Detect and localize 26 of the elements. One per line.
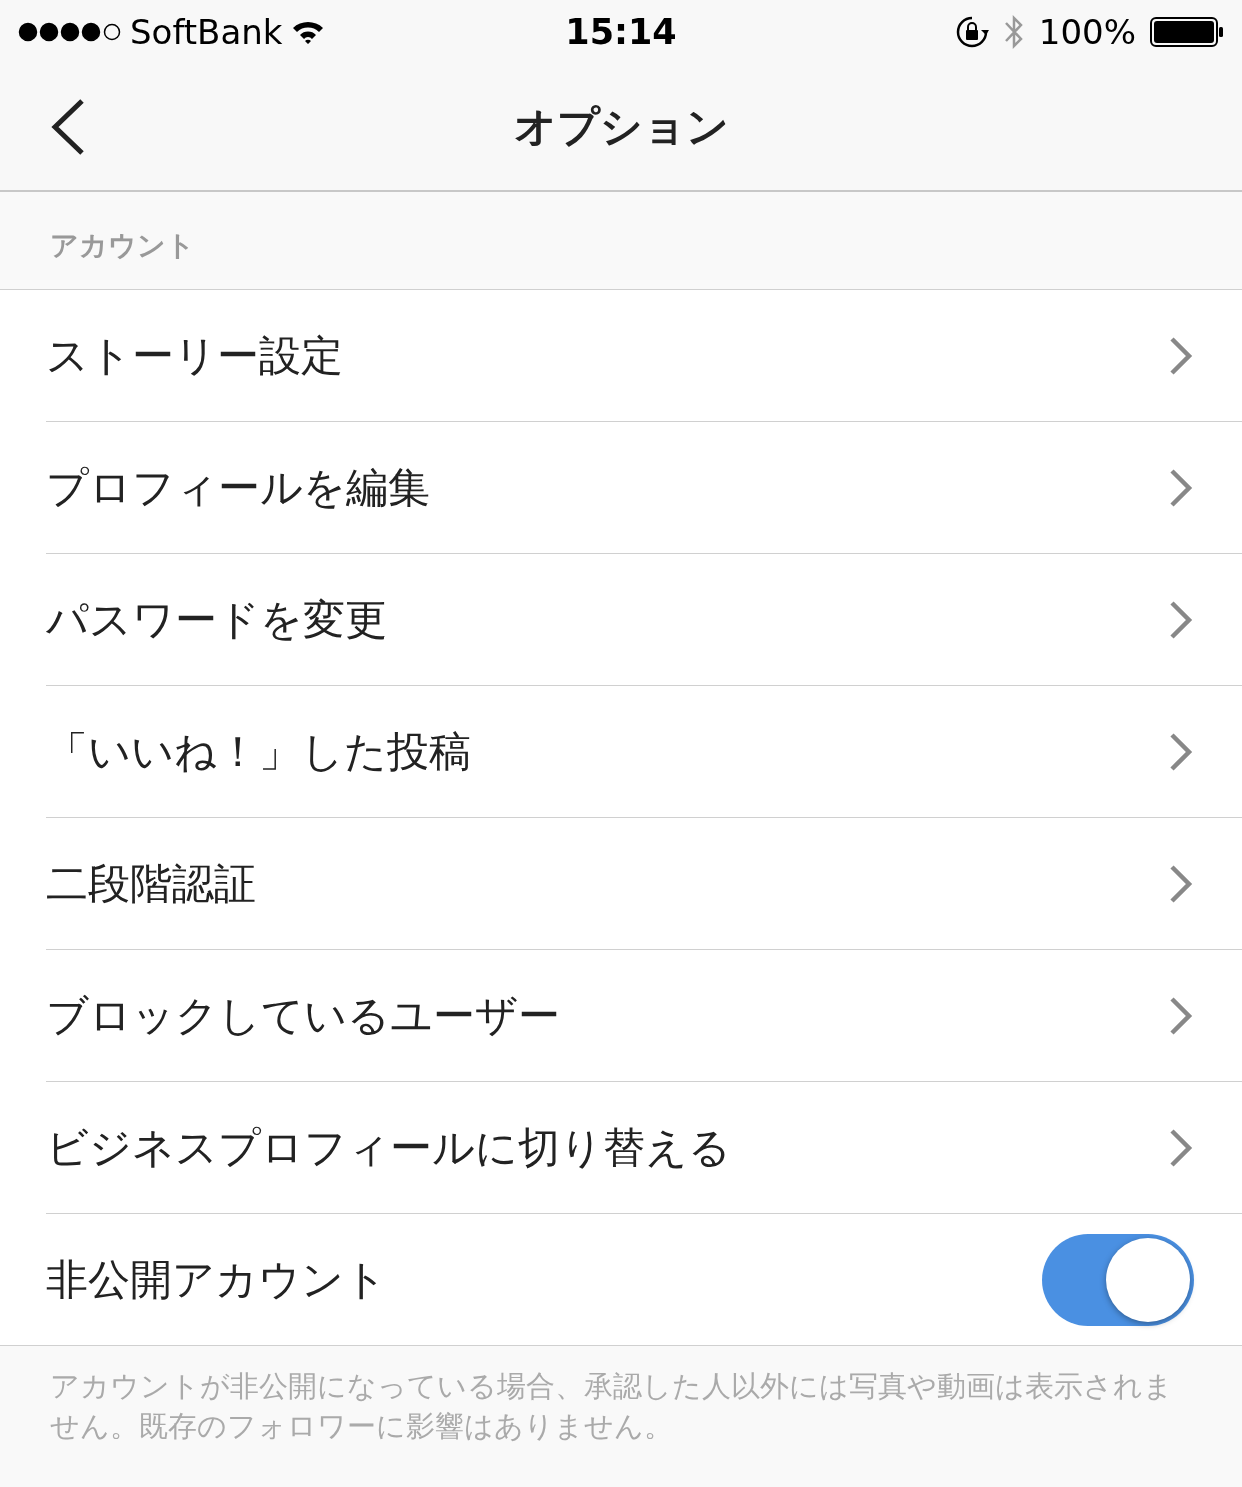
back-button[interactable]: [50, 98, 86, 156]
footer-note: アカウントが非公開になっている場合、承認した人以外には写真や動画は表示されません。既存のフォロワーに影響はありません。: [50, 1368, 1174, 1445]
settings-row[interactable]: 二段階認証: [46, 818, 1242, 950]
rotation-lock-icon: [954, 15, 989, 49]
clock-time: 15:14: [565, 12, 677, 52]
screen-title: オプション: [513, 101, 729, 153]
battery-icon: [1150, 16, 1224, 48]
chevron-icon: [1168, 467, 1194, 508]
toggle-label: 非公開アカウント: [46, 1253, 387, 1306]
settings-row[interactable]: パスワードを変更: [46, 554, 1242, 686]
chevron-icon: [1168, 995, 1194, 1036]
settings-row[interactable]: ビジネスプロフィールに切り替える: [46, 1082, 1242, 1214]
chevron-icon: [1168, 1127, 1194, 1168]
settings-row[interactable]: 「いいね！」した投稿: [46, 686, 1242, 818]
settings-row[interactable]: ストーリー設定: [46, 290, 1242, 422]
bluetooth-icon: [1002, 13, 1025, 51]
signal-icon: [18, 22, 122, 42]
carrier-name: SoftBank: [130, 12, 283, 52]
settings-row[interactable]: プロフィールを編集: [46, 422, 1242, 554]
chevron-icon: [1168, 731, 1194, 772]
chevron-icon: [1168, 863, 1194, 904]
section-header: アカウント: [50, 227, 195, 264]
settings-row[interactable]: ブロックしているユーザー: [46, 950, 1242, 1082]
chevron-icon: [1168, 335, 1194, 376]
battery-percent: 100%: [1038, 12, 1136, 52]
chevron-icon: [1168, 599, 1194, 640]
